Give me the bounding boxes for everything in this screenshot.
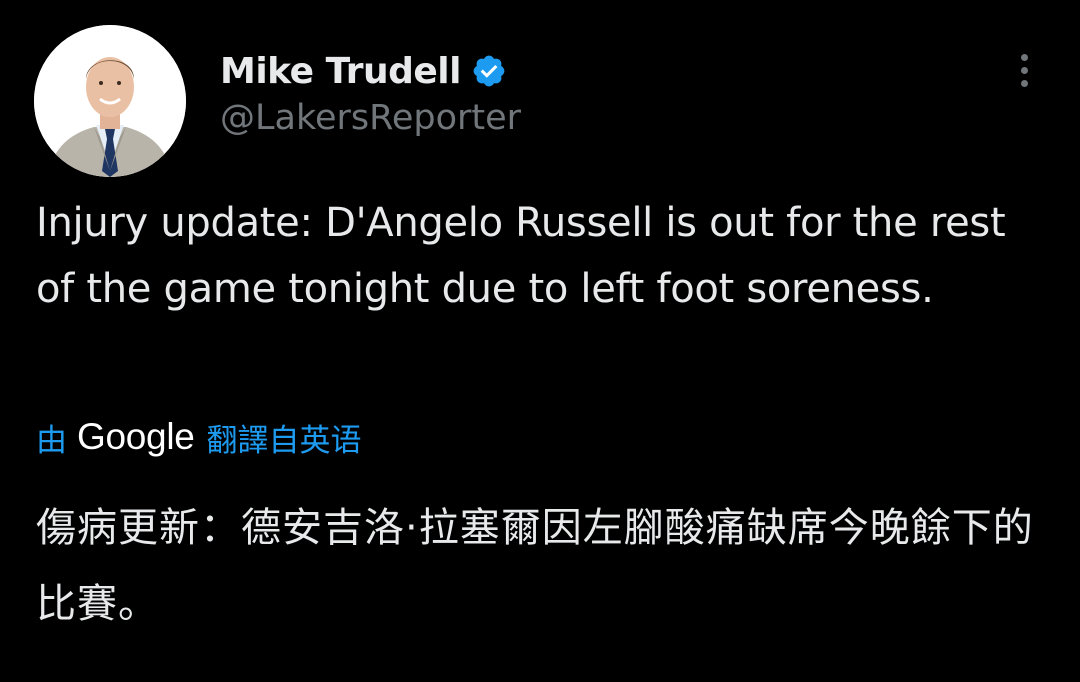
more-dot	[1020, 53, 1028, 61]
verified-badge-icon	[473, 55, 505, 87]
translated-from-link[interactable]: 翻譯自英语	[207, 415, 362, 460]
more-vertical-icon[interactable]	[1006, 52, 1042, 88]
translated-by-prefix: 由	[36, 422, 67, 459]
google-logo: Google	[77, 416, 195, 457]
author-handle[interactable]: @LakersReporter	[220, 98, 521, 138]
avatar-image	[34, 25, 186, 177]
tweet-text: Injury update: D'Angelo Russell is out f…	[36, 200, 1018, 312]
translation-attribution: 由 Google 翻譯自英语	[36, 412, 362, 462]
avatar[interactable]	[34, 25, 186, 177]
more-dot	[1020, 79, 1028, 87]
tweet: Mike Trudell @LakersReporter Injury upda…	[0, 0, 1080, 682]
more-dot	[1020, 66, 1028, 74]
author-name-row: Mike Trudell	[220, 46, 507, 96]
author-display-name[interactable]: Mike Trudell	[220, 51, 461, 92]
translated-tweet-text: 傷病更新：德安吉洛·拉塞爾因左腳酸痛缺席今晚餘下的比賽。	[36, 505, 1034, 627]
